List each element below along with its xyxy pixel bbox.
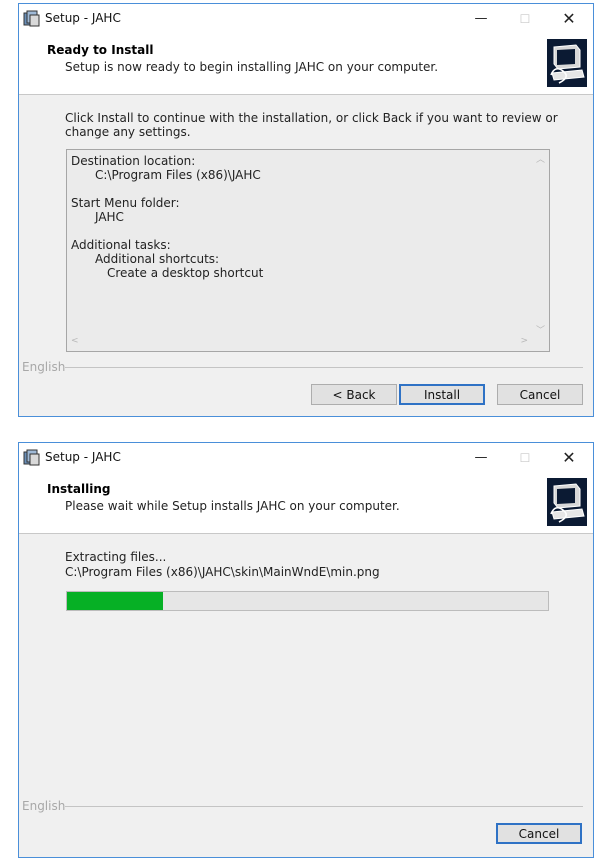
shortcuts-label: Additional shortcuts:: [95, 252, 220, 266]
back-button[interactable]: < Back: [311, 384, 397, 405]
instruction-line: change any settings.: [65, 125, 191, 139]
close-button[interactable]: ✕: [547, 446, 591, 470]
scroll-right-icon[interactable]: >: [520, 336, 528, 346]
install-button[interactable]: Install: [399, 384, 485, 405]
wizard-body: Extracting files... C:\Program Files (x8…: [19, 534, 593, 857]
wizard-body: Click Install to continue with the insta…: [19, 95, 593, 416]
progress-fill: [67, 592, 164, 610]
destination-label: Destination location:: [71, 154, 196, 168]
tasks-label: Additional tasks:: [71, 238, 171, 252]
current-file-text: C:\Program Files (x86)\JAHC\skin\MainWnd…: [65, 565, 380, 579]
language-label: English: [22, 799, 66, 813]
language-label: English: [22, 360, 66, 374]
installing-window: Setup - JAHC — ☐ ✕ Installing Please wai…: [18, 442, 594, 858]
page-subtitle: Setup is now ready to begin installing J…: [65, 60, 439, 74]
close-button[interactable]: ✕: [547, 7, 591, 31]
window-title: Setup - JAHC: [45, 11, 121, 25]
page-subtitle: Please wait while Setup installs JAHC on…: [65, 499, 400, 513]
cancel-button[interactable]: Cancel: [497, 384, 583, 405]
computer-setup-icon: [547, 478, 587, 526]
wizard-header: Installing Please wait while Setup insta…: [19, 473, 593, 534]
minimize-button[interactable]: —: [459, 446, 503, 470]
instruction-text: Click Install to continue with the insta…: [65, 111, 558, 139]
horizontal-scrollbar[interactable]: < >: [67, 334, 532, 351]
start-menu-value: JAHC: [95, 210, 124, 224]
computer-setup-icon: [547, 39, 587, 87]
maximize-button[interactable]: ☐: [503, 446, 547, 470]
title-bar[interactable]: Setup - JAHC — ☐ ✕: [19, 443, 593, 473]
scroll-up-icon[interactable]: ︿: [536, 152, 545, 165]
setup-app-icon: [23, 449, 40, 466]
scroll-left-icon[interactable]: <: [71, 336, 79, 346]
divider: [65, 806, 583, 807]
title-bar[interactable]: Setup - JAHC — ☐ ✕: [19, 4, 593, 34]
wizard-header: Ready to Install Setup is now ready to b…: [19, 34, 593, 95]
cancel-button[interactable]: Cancel: [496, 823, 582, 844]
shortcut-item: Create a desktop shortcut: [107, 266, 264, 280]
maximize-button[interactable]: ☐: [503, 7, 547, 31]
status-text: Extracting files...: [65, 550, 167, 564]
install-progress-bar: [66, 591, 549, 611]
setup-app-icon: [23, 10, 40, 27]
destination-value: C:\Program Files (x86)\JAHC: [95, 168, 261, 182]
install-summary-memo[interactable]: Destination location: C:\Program Files (…: [66, 149, 550, 352]
instruction-line: Click Install to continue with the insta…: [65, 111, 558, 125]
page-title: Installing: [47, 482, 111, 496]
divider: [65, 367, 583, 368]
minimize-button[interactable]: —: [459, 7, 503, 31]
start-menu-label: Start Menu folder:: [71, 196, 180, 210]
page-title: Ready to Install: [47, 43, 154, 57]
scroll-down-icon[interactable]: ﹀: [536, 323, 545, 336]
vertical-scrollbar[interactable]: ︿ ﹀: [532, 150, 549, 336]
window-title: Setup - JAHC: [45, 450, 121, 464]
ready-to-install-window: Setup - JAHC — ☐ ✕ Ready to Install Setu…: [18, 3, 594, 417]
